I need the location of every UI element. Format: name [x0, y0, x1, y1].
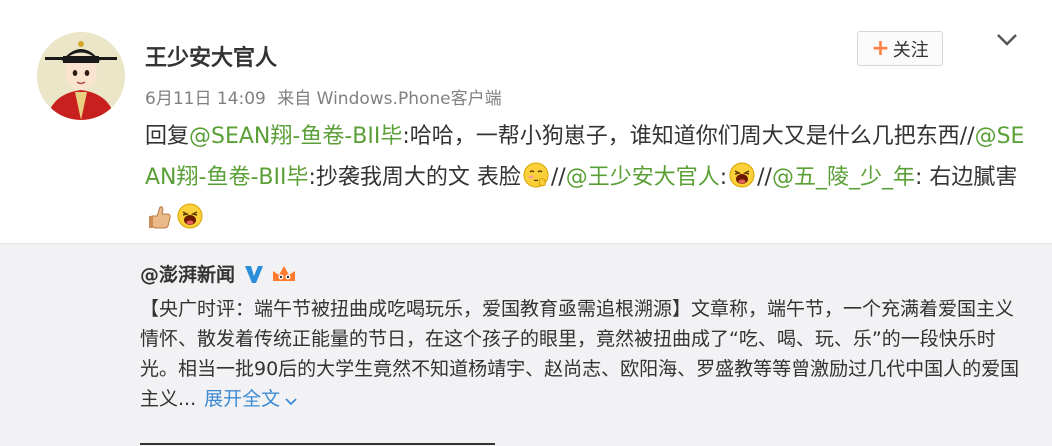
text-segment: :	[719, 165, 728, 190]
repost-text: 【央广时评：端午节被扭曲成吃喝玩乐，爱国教育亟需追根溯源】文章称，端午节，一个充…	[140, 294, 1020, 414]
verified-v-icon	[245, 265, 264, 283]
follow-label: 关注	[892, 39, 929, 61]
follow-button[interactable]: + 关注	[857, 31, 943, 66]
repost-author[interactable]: @澎湃新闻	[140, 260, 298, 287]
mention-link[interactable]: @SEAN翔-鱼卷-BII毕	[189, 124, 402, 149]
mention-link[interactable]: @五_陵_少_年	[772, 165, 915, 190]
text-segment: :抄袭我周大的文 表脸	[308, 165, 521, 190]
mention-link[interactable]: @王少安大官人	[566, 165, 720, 190]
avatar[interactable]	[37, 32, 125, 120]
expand-label: 展开全文	[204, 388, 281, 410]
post-date[interactable]: 6月11日 14:09	[145, 89, 266, 109]
laugh-emoji	[729, 162, 755, 188]
text-segment: : 右边膩害	[914, 165, 1018, 190]
post-source: 来自 Windows.Phone客户端	[277, 89, 502, 109]
author-name[interactable]: 王少安大官人	[145, 40, 277, 72]
text-segment: //	[550, 165, 566, 190]
text-segment: :哈哈，一帮小狗崽子，谁知道你们周大又是什么几把东西//	[402, 124, 975, 149]
expand-chevron-icon	[285, 398, 297, 406]
expand-link[interactable]: 展开全文	[204, 388, 298, 410]
repost-card: @澎湃新闻 【央广时评：端午节被扭曲成吃喝玩乐，爱国教育亟需追根溯源】文章称，端…	[0, 243, 1052, 446]
thumbs-up-emoji	[149, 206, 171, 229]
text-segment: //	[757, 165, 772, 190]
repost-author-name: @澎湃新闻	[140, 264, 236, 286]
text-segment: 回复	[145, 124, 190, 149]
shy-emoji	[523, 162, 549, 188]
chevron-down-icon[interactable]	[993, 30, 1021, 50]
post-meta: 6月11日 14:09 来自 Windows.Phone客户端	[145, 84, 508, 109]
post-text: 回复@SEAN翔-鱼卷-BII毕:哈哈，一帮小狗崽子，谁知道你们周大又是什么几把…	[145, 116, 1025, 239]
vip-badge-icon	[273, 265, 296, 281]
plus-icon: +	[871, 35, 890, 61]
laugh-emoji	[177, 203, 203, 229]
